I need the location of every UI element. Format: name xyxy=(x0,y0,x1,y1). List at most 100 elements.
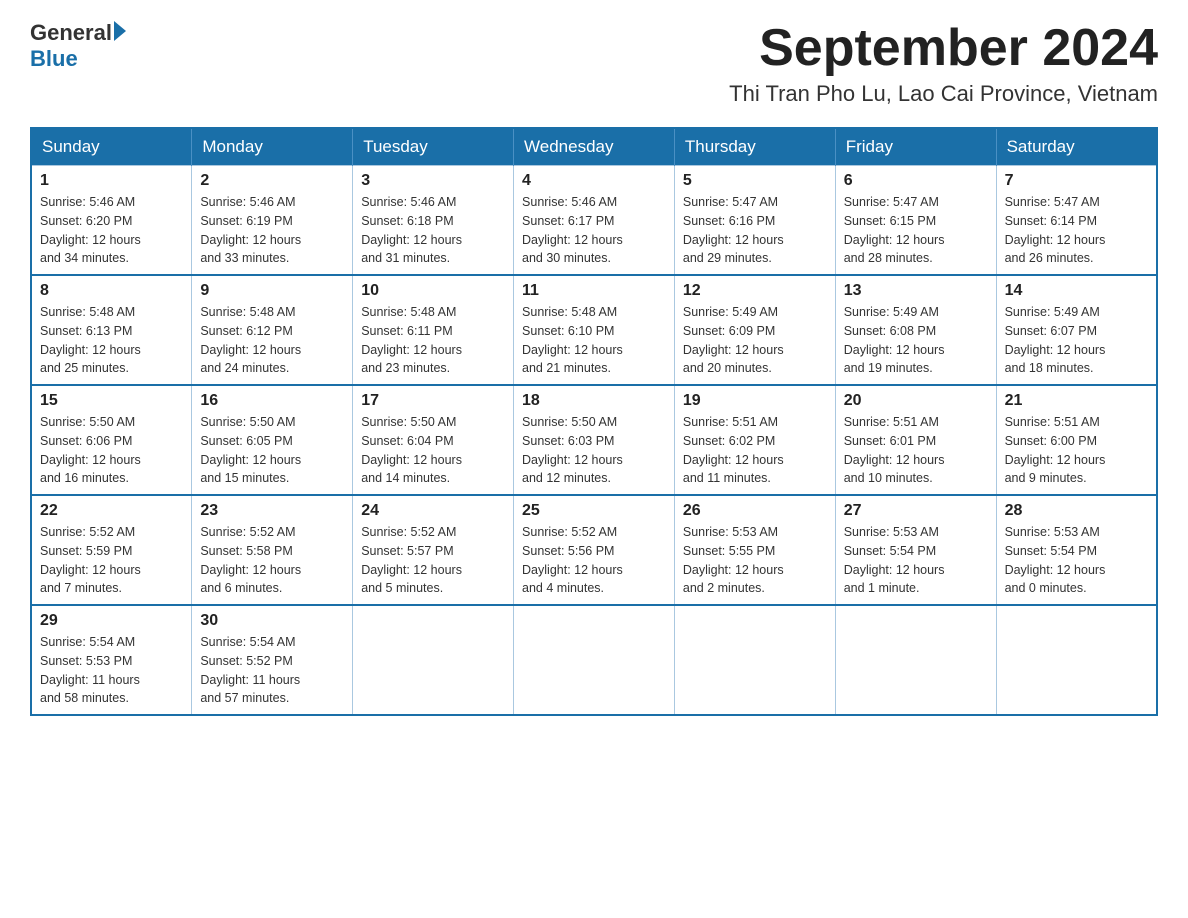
calendar-week-3: 15 Sunrise: 5:50 AMSunset: 6:06 PMDayligh… xyxy=(31,385,1157,495)
day-number: 2 xyxy=(200,172,344,190)
table-row: 4Sunrise: 5:46 AMSunset: 6:17 PMDaylight… xyxy=(514,166,675,276)
page-header: General Blue September 2024 Thi Tran Pho… xyxy=(30,20,1158,107)
day-number: 4 xyxy=(522,172,666,190)
day-number: 11 xyxy=(522,282,666,300)
table-row: 28Sunrise: 5:53 AMSunset: 5:54 PMDayligh… xyxy=(996,495,1157,605)
table-row: 7 Sunrise: 5:47 AMSunset: 6:14 PMDaylight… xyxy=(996,166,1157,276)
day-number: 26 xyxy=(683,502,827,520)
table-row: 23 Sunrise: 5:52 AMSunset: 5:58 PMDayligh… xyxy=(192,495,353,605)
day-info: Sunrise: 5:47 AMSunset: 6:14 PMDaylight:… xyxy=(1005,193,1148,268)
day-number: 15 xyxy=(40,392,183,410)
header-thursday: Thursday xyxy=(674,128,835,166)
day-number: 13 xyxy=(844,282,988,300)
calendar-title: September 2024 xyxy=(729,20,1158,77)
logo: General Blue xyxy=(30,20,126,72)
day-info: Sunrise: 5:53 AMSunset: 5:55 PMDaylight:… xyxy=(683,523,827,598)
day-info: Sunrise: 5:48 AMSunset: 6:11 PMDaylight:… xyxy=(361,303,505,378)
calendar-week-2: 8 Sunrise: 5:48 AMSunset: 6:13 PMDaylight… xyxy=(31,275,1157,385)
day-info: Sunrise: 5:50 AMSunset: 6:03 PMDaylight:… xyxy=(522,413,666,488)
table-row xyxy=(996,605,1157,715)
day-number: 1 xyxy=(40,172,183,190)
header-sunday: Sunday xyxy=(31,128,192,166)
day-number: 27 xyxy=(844,502,988,520)
header-tuesday: Tuesday xyxy=(353,128,514,166)
day-number: 20 xyxy=(844,392,988,410)
table-row: 15 Sunrise: 5:50 AMSunset: 6:06 PMDayligh… xyxy=(31,385,192,495)
table-row: 14 Sunrise: 5:49 AMSunset: 6:07 PMDayligh… xyxy=(996,275,1157,385)
day-info: Sunrise: 5:54 AMSunset: 5:53 PMDaylight:… xyxy=(40,633,183,708)
table-row: 5 Sunrise: 5:47 AMSunset: 6:16 PMDaylight… xyxy=(674,166,835,276)
day-number: 23 xyxy=(200,502,344,520)
table-row: 24 Sunrise: 5:52 AMSunset: 5:57 PMDayligh… xyxy=(353,495,514,605)
day-number: 7 xyxy=(1005,172,1148,190)
day-number: 5 xyxy=(683,172,827,190)
table-row: 10 Sunrise: 5:48 AMSunset: 6:11 PMDayligh… xyxy=(353,275,514,385)
table-row: 17 Sunrise: 5:50 AMSunset: 6:04 PMDayligh… xyxy=(353,385,514,495)
table-row: 9Sunrise: 5:48 AMSunset: 6:12 PMDaylight… xyxy=(192,275,353,385)
day-info: Sunrise: 5:49 AMSunset: 6:07 PMDaylight:… xyxy=(1005,303,1148,378)
table-row: 29Sunrise: 5:54 AMSunset: 5:53 PMDayligh… xyxy=(31,605,192,715)
day-info: Sunrise: 5:46 AMSunset: 6:18 PMDaylight:… xyxy=(361,193,505,268)
table-row xyxy=(353,605,514,715)
day-info: Sunrise: 5:48 AMSunset: 6:13 PMDaylight:… xyxy=(40,303,183,378)
day-info: Sunrise: 5:52 AMSunset: 5:58 PMDaylight:… xyxy=(200,523,344,598)
table-row: 20Sunrise: 5:51 AMSunset: 6:01 PMDayligh… xyxy=(835,385,996,495)
day-info: Sunrise: 5:54 AMSunset: 5:52 PMDaylight:… xyxy=(200,633,344,708)
day-number: 25 xyxy=(522,502,666,520)
day-number: 24 xyxy=(361,502,505,520)
logo-blue-text: Blue xyxy=(30,46,126,72)
day-info: Sunrise: 5:53 AMSunset: 5:54 PMDaylight:… xyxy=(844,523,988,598)
day-info: Sunrise: 5:51 AMSunset: 6:00 PMDaylight:… xyxy=(1005,413,1148,488)
table-row: 26 Sunrise: 5:53 AMSunset: 5:55 PMDayligh… xyxy=(674,495,835,605)
day-info: Sunrise: 5:52 AMSunset: 5:57 PMDaylight:… xyxy=(361,523,505,598)
table-row: 19 Sunrise: 5:51 AMSunset: 6:02 PMDayligh… xyxy=(674,385,835,495)
calendar-week-5: 29Sunrise: 5:54 AMSunset: 5:53 PMDayligh… xyxy=(31,605,1157,715)
day-number: 12 xyxy=(683,282,827,300)
table-row: 1 Sunrise: 5:46 AMSunset: 6:20 PMDaylight… xyxy=(31,166,192,276)
table-row: 12Sunrise: 5:49 AMSunset: 6:09 PMDayligh… xyxy=(674,275,835,385)
table-row: 22Sunrise: 5:52 AMSunset: 5:59 PMDayligh… xyxy=(31,495,192,605)
calendar-week-1: 1 Sunrise: 5:46 AMSunset: 6:20 PMDaylight… xyxy=(31,166,1157,276)
table-row xyxy=(835,605,996,715)
day-number: 17 xyxy=(361,392,505,410)
day-info: Sunrise: 5:50 AMSunset: 6:05 PMDaylight:… xyxy=(200,413,344,488)
day-number: 8 xyxy=(40,282,183,300)
header-friday: Friday xyxy=(835,128,996,166)
day-info: Sunrise: 5:47 AMSunset: 6:15 PMDaylight:… xyxy=(844,193,988,268)
calendar-subtitle: Thi Tran Pho Lu, Lao Cai Province, Vietn… xyxy=(729,81,1158,107)
day-info: Sunrise: 5:51 AMSunset: 6:02 PMDaylight:… xyxy=(683,413,827,488)
day-number: 3 xyxy=(361,172,505,190)
day-info: Sunrise: 5:48 AMSunset: 6:10 PMDaylight:… xyxy=(522,303,666,378)
table-row: 8 Sunrise: 5:48 AMSunset: 6:13 PMDaylight… xyxy=(31,275,192,385)
table-row: 2Sunrise: 5:46 AMSunset: 6:19 PMDaylight… xyxy=(192,166,353,276)
calendar-week-4: 22Sunrise: 5:52 AMSunset: 5:59 PMDayligh… xyxy=(31,495,1157,605)
day-info: Sunrise: 5:46 AMSunset: 6:20 PMDaylight:… xyxy=(40,193,183,268)
title-section: September 2024 Thi Tran Pho Lu, Lao Cai … xyxy=(729,20,1158,107)
table-row: 16 Sunrise: 5:50 AMSunset: 6:05 PMDayligh… xyxy=(192,385,353,495)
day-number: 30 xyxy=(200,612,344,630)
day-number: 28 xyxy=(1005,502,1148,520)
table-row xyxy=(674,605,835,715)
table-row: 13 Sunrise: 5:49 AMSunset: 6:08 PMDayligh… xyxy=(835,275,996,385)
day-number: 16 xyxy=(200,392,344,410)
logo-triangle-icon xyxy=(114,21,126,41)
day-number: 22 xyxy=(40,502,183,520)
header-monday: Monday xyxy=(192,128,353,166)
header-row: Sunday Monday Tuesday Wednesday Thursday… xyxy=(31,128,1157,166)
day-number: 14 xyxy=(1005,282,1148,300)
calendar-table: Sunday Monday Tuesday Wednesday Thursday… xyxy=(30,127,1158,716)
table-row: 21Sunrise: 5:51 AMSunset: 6:00 PMDayligh… xyxy=(996,385,1157,495)
day-info: Sunrise: 5:48 AMSunset: 6:12 PMDaylight:… xyxy=(200,303,344,378)
day-info: Sunrise: 5:50 AMSunset: 6:04 PMDaylight:… xyxy=(361,413,505,488)
table-row: 11 Sunrise: 5:48 AMSunset: 6:10 PMDayligh… xyxy=(514,275,675,385)
table-row: 25Sunrise: 5:52 AMSunset: 5:56 PMDayligh… xyxy=(514,495,675,605)
day-number: 10 xyxy=(361,282,505,300)
day-info: Sunrise: 5:50 AMSunset: 6:06 PMDaylight:… xyxy=(40,413,183,488)
header-saturday: Saturday xyxy=(996,128,1157,166)
day-info: Sunrise: 5:49 AMSunset: 6:08 PMDaylight:… xyxy=(844,303,988,378)
day-info: Sunrise: 5:47 AMSunset: 6:16 PMDaylight:… xyxy=(683,193,827,268)
day-number: 18 xyxy=(522,392,666,410)
logo-general-text: General xyxy=(30,20,112,46)
day-number: 19 xyxy=(683,392,827,410)
table-row: 30 Sunrise: 5:54 AMSunset: 5:52 PMDayligh… xyxy=(192,605,353,715)
